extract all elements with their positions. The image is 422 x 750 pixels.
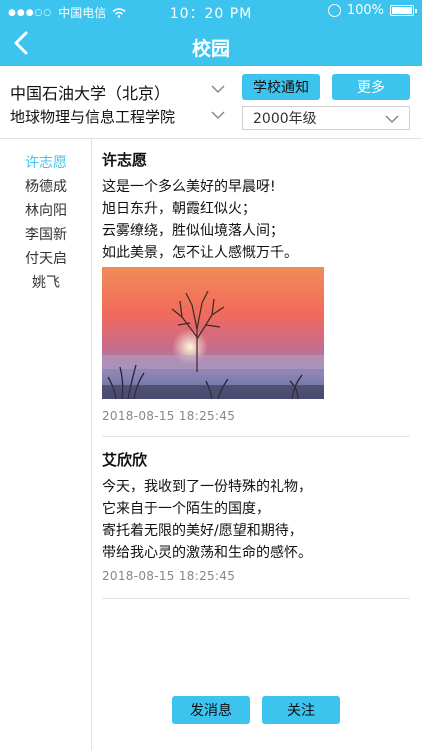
student-sidebar: 许志愿 杨德成 林向阳 李国新 付天启 姚飞 bbox=[0, 139, 92, 750]
chevron-down-icon bbox=[211, 85, 225, 94]
sidebar-item-student[interactable]: 付天启 bbox=[0, 247, 92, 271]
chevron-down-icon bbox=[385, 115, 399, 124]
grade-label: 2000年级 bbox=[253, 111, 317, 127]
school-label: 中国石油大学（北京） bbox=[10, 84, 171, 103]
college-label: 地球物理与信息工程学院 bbox=[10, 108, 176, 126]
post-author[interactable]: 许志愿 bbox=[102, 149, 410, 170]
rotation-lock-icon bbox=[327, 4, 341, 17]
school-notice-button[interactable]: 学校通知 bbox=[242, 74, 320, 100]
post-text-line: 旭日东升，朝霞红似火； bbox=[102, 201, 256, 217]
sunrise-tree-image[interactable] bbox=[102, 267, 324, 399]
sidebar-item-student[interactable]: 姚飞 bbox=[0, 271, 92, 295]
send-message-button[interactable]: 发消息 bbox=[172, 696, 250, 724]
school-select[interactable]: 中国石油大学（北京） bbox=[10, 80, 225, 103]
page-title: 校园 bbox=[191, 38, 230, 60]
status-bar: ●●●○○ 中国电信 10：20 PM 100% bbox=[0, 0, 422, 22]
battery-icon bbox=[390, 5, 417, 16]
app-header: ●●●○○ 中国电信 10：20 PM 100% 校园 bbox=[0, 0, 422, 66]
follow-button[interactable]: 关注 bbox=[262, 696, 340, 724]
post-text-line: 这是一个多么美好的早晨呀! bbox=[102, 179, 276, 195]
college-select[interactable]: 地球物理与信息工程学院 bbox=[10, 106, 225, 128]
sidebar-item-student[interactable]: 林向阳 bbox=[0, 199, 92, 223]
battery-percent: 100% bbox=[346, 3, 384, 18]
post-text-line: 寄托着无限的美好/愿望和期待， bbox=[102, 523, 303, 539]
post-text-line: 它来自于一个陌生的国度， bbox=[102, 501, 270, 517]
post-author[interactable]: 艾欣欣 bbox=[102, 449, 410, 470]
chevron-down-icon bbox=[211, 111, 225, 120]
more-button[interactable]: 更多 bbox=[332, 74, 410, 100]
sidebar-item-student[interactable]: 许志愿 bbox=[0, 151, 92, 175]
post-timestamp: 2018-08-15 18:25:45 bbox=[102, 569, 236, 583]
status-right: 100% bbox=[327, 3, 417, 18]
sidebar-item-student[interactable]: 李国新 bbox=[0, 223, 92, 247]
grade-select[interactable]: 2000年级 bbox=[242, 106, 410, 130]
post-card: 艾欣欣 今天，我收到了一份特殊的礼物， 它来自于一个陌生的国度， 寄托着无限的美… bbox=[102, 449, 410, 599]
post-text-line: 如此美景，怎不让人感慨万千。 bbox=[102, 245, 298, 261]
main-content: 许志愿 杨德成 林向阳 李国新 付天启 姚飞 许志愿 这是一个多么美好的早晨呀!… bbox=[0, 138, 422, 750]
post-timestamp: 2018-08-15 18:25:45 bbox=[102, 409, 236, 423]
post-card: 许志愿 这是一个多么美好的早晨呀! 旭日东升，朝霞红似火； 云雾缭绕，胜似仙境落… bbox=[102, 149, 410, 437]
post-text-line: 今天，我收到了一份特殊的礼物， bbox=[102, 479, 312, 495]
post-text-line: 带给我心灵的激荡和生命的感怀。 bbox=[102, 545, 312, 561]
post-text-line: 云雾缭绕，胜似仙境落人间； bbox=[102, 223, 284, 239]
sidebar-item-student[interactable]: 杨德成 bbox=[0, 175, 92, 199]
